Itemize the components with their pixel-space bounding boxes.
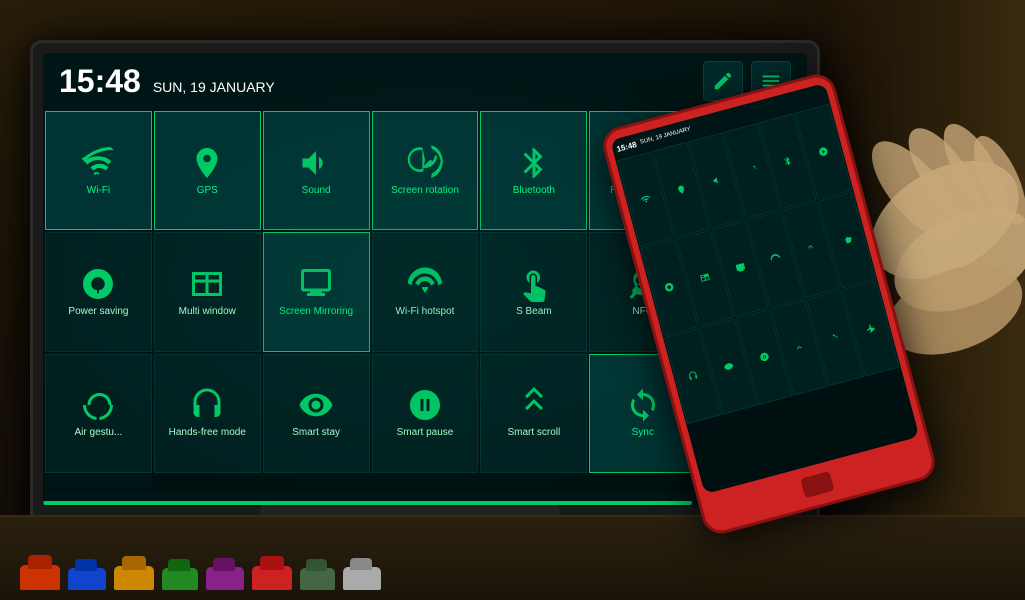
toy-car-8 [343,567,381,590]
tile-gps-label: GPS [197,185,218,197]
tile-s-beam[interactable]: S Beam [480,232,587,351]
tv-time: 15:48 [59,63,141,100]
tile-hands-free-label: Hands-free mode [169,427,246,439]
tile-smart-stay[interactable]: Smart stay [263,354,370,473]
tile-wifi-hotspot[interactable]: Wi-Fi hotspot [372,232,479,351]
tile-smart-scroll-label: Smart scroll [507,427,560,439]
toy-car-2 [68,568,106,590]
tile-bluetooth-label: Bluetooth [513,185,555,197]
tile-wifi-label: Wi-Fi [87,185,110,197]
tile-smart-pause-label: Smart pause [397,427,454,439]
toy-car-5 [206,567,244,590]
toy-car-1 [20,565,60,590]
tile-power-saving-label: Power saving [68,306,128,318]
toy-car-4 [162,568,198,590]
toy-car-6 [252,566,292,590]
tile-wifi[interactable]: Wi-Fi [45,111,152,230]
tv-date: SUN, 19 JANUARY [153,79,275,95]
toy-car-3 [114,566,154,590]
tile-multi-window[interactable]: Multi window [154,232,261,351]
tile-power-saving[interactable]: Power saving [45,232,152,351]
tile-hands-free[interactable]: Hands-free mode [154,354,261,473]
tile-screen-rotation-label: Screen rotation [391,185,459,197]
tile-wifi-hotspot-label: Wi-Fi hotspot [396,306,455,318]
tile-screen-rotation[interactable]: Screen rotation [372,111,479,230]
tile-screen-mirroring[interactable]: Screen Mirroring [263,232,370,351]
tile-sound[interactable]: Sound [263,111,370,230]
tile-air-gesture[interactable]: Air gestu... [45,354,152,473]
tile-sound-label: Sound [302,185,331,197]
tile-s-beam-label: S Beam [516,306,552,318]
tile-smart-stay-label: Smart stay [292,427,340,439]
tile-empty [45,475,152,489]
tile-smart-scroll[interactable]: Smart scroll [480,354,587,473]
tile-multi-window-label: Multi window [179,306,236,318]
tile-air-gesture-label: Air gestu... [75,427,123,439]
toy-car-7 [300,568,335,590]
time-date: 15:48 SUN, 19 JANUARY [59,63,275,100]
tile-gps[interactable]: GPS [154,111,261,230]
tile-bluetooth[interactable]: Bluetooth [480,111,587,230]
phone-home-button[interactable] [800,471,834,498]
tile-screen-mirroring-label: Screen Mirroring [279,306,353,318]
tile-smart-pause[interactable]: Smart pause [372,354,479,473]
